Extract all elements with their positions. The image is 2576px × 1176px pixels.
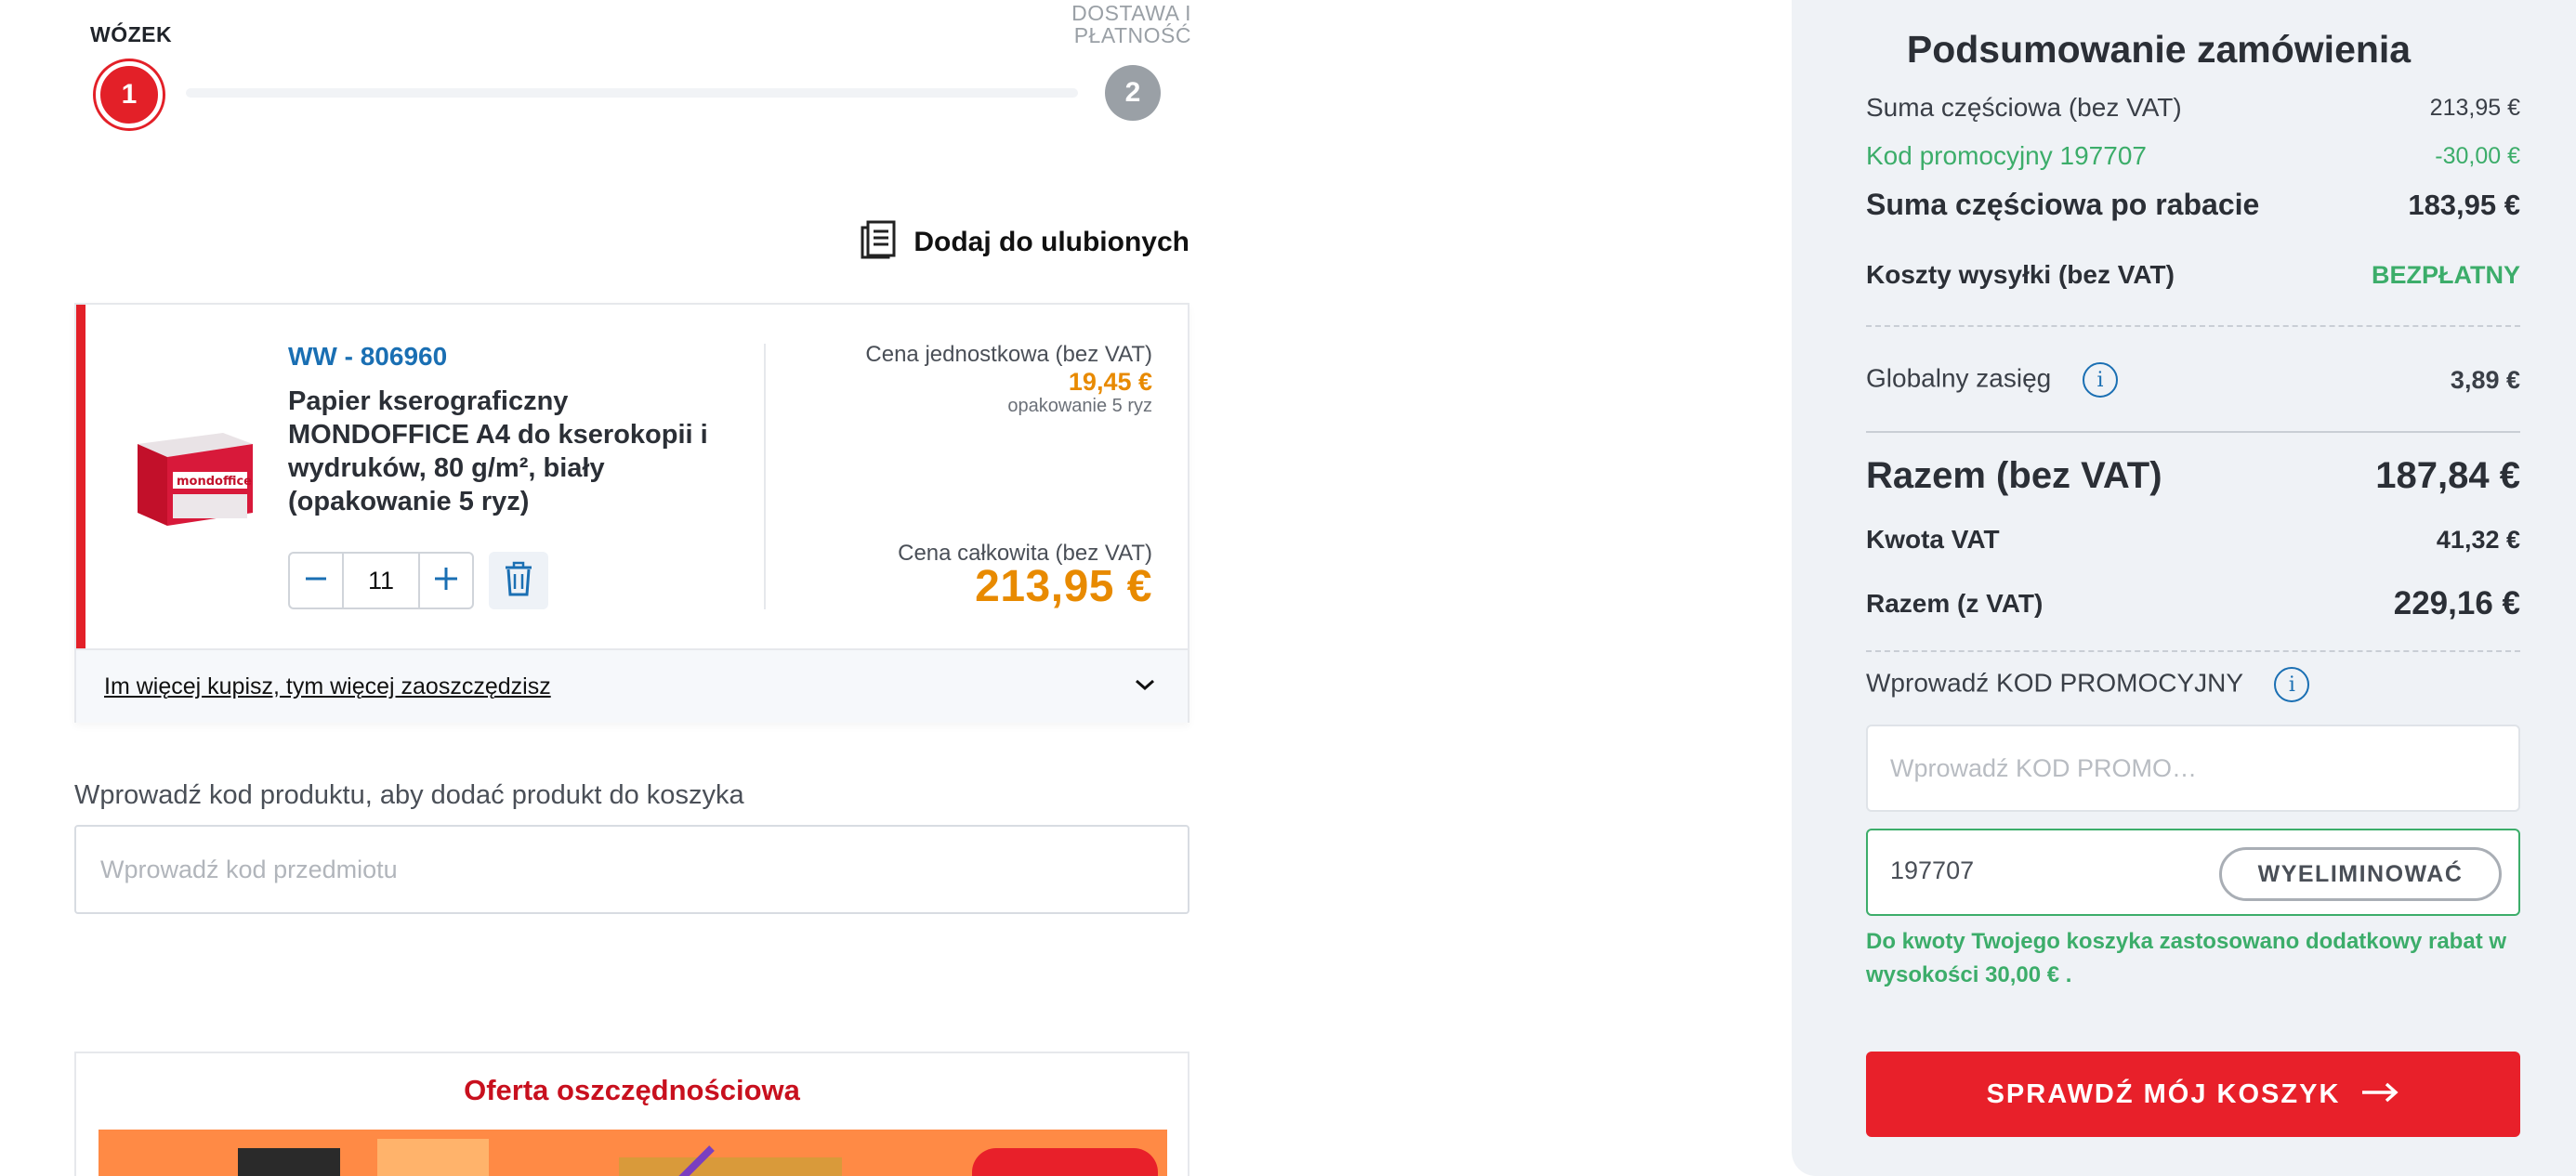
global-reach-label-group: Globalny zasięg i — [1866, 362, 2119, 398]
shipping-row: Koszty wysyłki (bez VAT) BEZPŁATNY — [1866, 260, 2520, 290]
global-reach-row: Globalny zasięg i 3,89 € — [1866, 362, 2520, 398]
step-circle-delivery[interactable]: 2 — [1105, 65, 1161, 121]
promo-code-label-row: Wprowadź KOD PROMOCYJNY i — [1866, 667, 2310, 702]
vat-label: Kwota VAT — [1866, 525, 2000, 554]
promo-code-label-group: Wprowadź KOD PROMOCYJNY i — [1866, 667, 2310, 702]
step-label-delivery: DOSTAWA I PŁATNOŚĆ — [1071, 1, 1191, 47]
order-summary-title: Podsumowanie zamówienia — [1906, 28, 2412, 71]
info-icon[interactable]: i — [2083, 362, 2119, 398]
chevron-down-icon — [1134, 677, 1156, 697]
product-name[interactable]: Papier kserograficzny MONDOFFICE A4 do k… — [288, 385, 725, 518]
checkout-button[interactable]: SPRAWDŹ MÓJ KOSZYK — [1866, 1052, 2520, 1137]
shipping-value: BEZPŁATNY — [2372, 260, 2520, 289]
svg-text:mondoffice: mondoffice — [177, 475, 252, 489]
cart-item-card: mondoffice WW - 806960 Papier kserografi… — [74, 303, 1189, 723]
remove-promo-button[interactable]: WYELIMINOWAĆ — [2219, 847, 2502, 901]
savings-offer-panel: Oferta oszczędnościowa — [74, 1052, 1189, 1176]
total-gross-value: 229,16 € — [2393, 585, 2520, 621]
card-divider — [764, 344, 766, 609]
stepper-progress-line — [186, 88, 1078, 98]
trash-icon — [504, 561, 533, 601]
info-icon[interactable]: i — [2274, 667, 2310, 702]
promo-discount-label: Kod promocyjny 197707 — [1866, 141, 2147, 170]
add-to-favorites-button[interactable]: Dodaj do ulubionych — [860, 220, 1189, 264]
save-more-link[interactable]: Im więcej kupisz, tym więcej zaoszczędzi… — [104, 673, 551, 700]
savings-offer-title: Oferta oszczędnościowa — [464, 1074, 800, 1106]
step-label-cart: WÓZEK — [90, 22, 173, 46]
product-code-label: Wprowadź kod produktu, aby dodać produkt… — [74, 780, 744, 810]
total-net-row: Razem (bez VAT) 187,84 € — [1866, 455, 2520, 497]
unit-price-label: Cena jednostkowa (bez VAT) — [865, 342, 1152, 367]
savings-offer-banner[interactable] — [99, 1130, 1167, 1176]
summary-divider — [1866, 650, 2520, 652]
promo-discount-value: -30,00 € — [2435, 142, 2520, 169]
promo-code-label: Wprowadź KOD PROMOCYJNY — [1866, 668, 2243, 698]
total-gross-label: Razem (z VAT) — [1866, 589, 2044, 618]
product-code-input[interactable] — [74, 825, 1189, 914]
subtotal-label: Suma częściowa (bez VAT) — [1866, 93, 2182, 122]
cart-page: WÓZEK DOSTAWA I PŁATNOŚĆ 1 2 Dodaj do ul… — [0, 0, 2576, 1176]
order-summary-panel: Podsumowanie zamówienia Suma częściowa (… — [1792, 0, 2576, 1176]
product-image[interactable]: mondoffice — [130, 416, 260, 537]
subtotal-value: 213,95 € — [2429, 94, 2520, 121]
quantity-input[interactable]: 11 — [342, 554, 420, 608]
total-net-value: 187,84 € — [2375, 455, 2520, 496]
remove-item-button[interactable] — [489, 552, 548, 609]
global-reach-value: 3,89 € — [2450, 365, 2520, 394]
total-gross-row: Razem (z VAT) 229,16 € — [1866, 585, 2520, 622]
total-net-label: Razem (bez VAT) — [1866, 455, 2162, 496]
step-circle-cart[interactable]: 1 — [96, 61, 163, 128]
promo-applied-message: Do kwoty Twojego koszyka zastosowano dod… — [1866, 929, 2507, 987]
quantity-increase-button[interactable] — [420, 554, 472, 608]
subtotal-after-discount-label: Suma częściowa po rabacie — [1866, 188, 2260, 221]
subtotal-row: Suma częściowa (bez VAT) 213,95 € — [1866, 93, 2520, 123]
applied-promo-code-field: 197707 WYELIMINOWAĆ — [1866, 829, 2520, 916]
cart-item-accent-bar — [76, 305, 85, 648]
vat-row: Kwota VAT 41,32 € — [1866, 525, 2520, 555]
subtotal-after-discount-value: 183,95 € — [2408, 188, 2520, 221]
promo-discount-row: Kod promocyjny 197707 -30,00 € — [1866, 141, 2520, 171]
shipping-label: Koszty wysyłki (bez VAT) — [1866, 260, 2175, 289]
global-reach-label: Globalny zasięg — [1866, 363, 2052, 393]
quantity-stepper: 11 — [288, 552, 474, 609]
unit-pack-info: opakowanie 5 ryz — [1007, 396, 1152, 416]
product-sku-link[interactable]: WW - 806960 — [288, 342, 447, 372]
vat-value: 41,32 € — [2436, 525, 2520, 554]
add-to-favorites-label: Dodaj do ulubionych — [913, 226, 1189, 257]
document-list-icon — [860, 220, 897, 264]
promo-code-input[interactable] — [1866, 725, 2520, 812]
plus-icon — [433, 566, 459, 596]
total-price-value: 213,95 € — [975, 562, 1152, 611]
summary-divider — [1866, 325, 2520, 327]
applied-promo-code: 197707 — [1890, 856, 1975, 884]
checkout-label: SPRAWDŹ MÓJ KOSZYK — [1986, 1078, 2341, 1109]
save-more-accordion[interactable]: Im więcej kupisz, tym więcej zaoszczędzi… — [76, 648, 1188, 723]
minus-icon — [304, 567, 328, 595]
unit-price-value: 19,45 € — [1068, 368, 1152, 396]
subtotal-after-discount-row: Suma częściowa po rabacie 183,95 € — [1866, 188, 2520, 222]
quantity-decrease-button[interactable] — [290, 554, 342, 608]
summary-divider — [1866, 431, 2520, 433]
arrow-right-icon — [2360, 1081, 2399, 1108]
